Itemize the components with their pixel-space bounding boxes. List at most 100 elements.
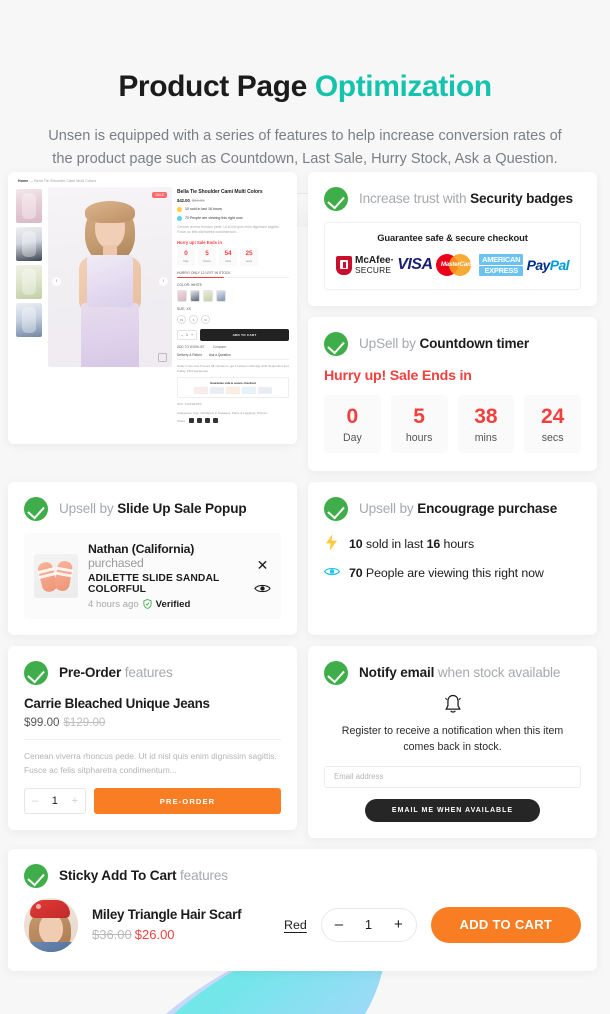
breadcrumb-home[interactable]: Home (18, 179, 28, 183)
mastercard-circles: MasterCard (435, 253, 476, 277)
right-column-one: Increase trust with Security badges Guar… (308, 171, 597, 471)
gallery-thumbnails (16, 187, 43, 423)
preview-countdown-box: 25 secs (240, 247, 258, 266)
color-swatch-3[interactable] (203, 290, 213, 303)
check-icon (24, 660, 48, 685)
sticky-heading: Sticky Add To Cart features (8, 849, 597, 888)
notify-heading-bold: Notify email (359, 665, 435, 681)
preview-quantity-stepper[interactable]: –1 + (177, 330, 198, 341)
preorder-price: $99.00 (24, 715, 60, 729)
preorder-qty-minus[interactable]: – (32, 795, 38, 807)
close-icon[interactable]: ✕ (257, 558, 269, 572)
encourage-list: 10 sold in last 16 hours 70 People are v… (308, 521, 597, 598)
amex-line2: EXPRESS (479, 265, 524, 277)
countdown-box-secs: 24 secs (524, 394, 581, 453)
size-option[interactable]: S (189, 315, 198, 325)
preorder-button[interactable]: PRE-ORDER (94, 788, 281, 815)
visa-wordmark: VISA (397, 256, 433, 274)
preorder-body: Carrie Bleached Unique Jeans $99.00 $129.… (8, 685, 297, 831)
notify-body: Register to receive a notification when … (308, 685, 597, 838)
breadcrumb-current: Bella Tie Shoulder Cami Multi Colors (34, 178, 97, 183)
preorder-heading-post: features (121, 665, 173, 681)
preview-countdown-unit: mins (224, 258, 232, 263)
color-swatch-2[interactable] (190, 290, 200, 303)
preview-description: Cenean viverra rhoncus pede. Ut id nisl … (177, 224, 280, 234)
countdown-value-day: 0 (346, 404, 359, 428)
preview-compare-link[interactable]: Compare (213, 345, 226, 349)
visa-badge: VISA (397, 253, 433, 278)
slide-popup-column: Upsell by Slide Up Sale Popup Nathan (Ca… (8, 481, 297, 635)
preview-countdown-box: 5 hours (198, 247, 216, 266)
preorder-quantity-stepper[interactable]: – 1 + (24, 788, 86, 815)
notify-submit-button[interactable]: EMAIL ME WHEN AVAILABLE (365, 798, 540, 822)
countdown-box-hours: 5 hours (390, 394, 448, 453)
gallery-next-arrow[interactable]: › (159, 276, 168, 286)
popup-product-name[interactable]: ADILETTE SLIDE SANDAL COLORFUL (88, 573, 244, 595)
countdown-value-secs: 24 (540, 404, 565, 428)
encourage-heading-pre: Upsell by (359, 501, 418, 517)
sticky-heading-post: features (176, 868, 228, 884)
product-main-image[interactable]: SALE ‹ › (48, 186, 172, 367)
model-hair-front (85, 200, 135, 223)
preview-stock-text: HURRY! ONLY 12 LEFT IN STOCK (177, 270, 231, 275)
sticky-qty-minus[interactable]: – (335, 917, 343, 932)
tab-delivery-return[interactable]: Delivery & Return (177, 353, 202, 357)
sticky-add-to-cart-button[interactable]: ADD TO CART (430, 906, 581, 943)
thumbnail-1[interactable] (16, 188, 42, 223)
preview-countdown-unit: Day (183, 258, 189, 263)
countdown-value-hours: 5 (413, 404, 425, 428)
divider (24, 738, 281, 740)
thumbnail-3[interactable] (16, 264, 42, 299)
twitter-icon[interactable] (196, 418, 202, 424)
countdown-heading-text: UpSell by Countdown timer (359, 336, 529, 351)
slide-popup-heading: Upsell by Slide Up Sale Popup (8, 482, 297, 521)
preview-wishlist-link[interactable]: ADD TO WISHLIST (177, 345, 205, 349)
size-option[interactable]: M (201, 315, 210, 325)
sticky-quantity-stepper[interactable]: – 1 + (320, 907, 417, 942)
pinterest-icon[interactable] (204, 418, 210, 424)
preorder-column: Pre-Order features Carrie Bleached Uniqu… (8, 645, 297, 838)
preview-add-to-cart-button[interactable]: ADD TO CART (200, 329, 289, 342)
check-icon (24, 496, 48, 521)
tab-ask-question[interactable]: Ask a Question (209, 353, 231, 357)
security-heading-bold: Security badges (470, 191, 573, 207)
security-badges-card: Increase trust with Security badges Guar… (308, 171, 597, 306)
popup-actions: ✕ (254, 558, 271, 594)
security-heading-pre: Increase trust with (359, 191, 471, 207)
preorder-description: Cenean viverra rhoncus pede. Ut id nisl … (24, 750, 277, 776)
size-option[interactable]: XS (177, 315, 186, 325)
countdown-hurry-label: Hurry up! Sale Ends in (324, 367, 472, 384)
mastercard-badge: MasterCard (435, 253, 476, 278)
popup-buyer-name: Nathan (California) (88, 541, 195, 556)
email-icon[interactable] (212, 418, 218, 424)
check-icon (324, 331, 348, 356)
sandal-right (53, 559, 74, 592)
color-swatch-4[interactable] (216, 290, 226, 303)
gallery-prev-arrow[interactable]: ‹ (52, 276, 61, 286)
countdown-unit-mins: mins (474, 431, 498, 444)
model-body (26, 941, 76, 952)
thumbnail-4[interactable] (16, 302, 42, 337)
mcafee-secure-badge: McAfee· SECURE (336, 253, 394, 278)
thumbnail-2[interactable] (16, 226, 42, 261)
sticky-qty-plus[interactable]: + (394, 917, 403, 932)
preorder-qty-plus[interactable]: + (72, 795, 78, 807)
mcafee-shield-icon (336, 255, 352, 275)
model-skirt (81, 302, 139, 367)
mastercard-wordmark: MasterCard (440, 261, 473, 269)
color-swatch-1[interactable] (177, 290, 187, 303)
sold-count: 10 (349, 536, 363, 551)
eye-icon[interactable] (254, 583, 271, 594)
zoom-icon[interactable] (158, 352, 167, 362)
bell-icon (444, 694, 461, 713)
sale-popup-notification: Nathan (California) purchased ADILETTE S… (24, 532, 281, 619)
notify-email-input[interactable]: Email address (324, 765, 581, 788)
paypal-pal: Pal (549, 257, 570, 274)
preview-qty-minus[interactable]: – (181, 333, 183, 337)
facebook-icon[interactable] (188, 418, 194, 424)
sticky-price-row: $36.00 $26.00 (92, 927, 270, 942)
preview-share-row: Share: (177, 418, 289, 424)
preorder-heading-bold: Pre-Order (59, 665, 122, 681)
sticky-variant-select[interactable]: Red (284, 918, 307, 932)
preview-qty-plus[interactable]: + (191, 333, 193, 337)
